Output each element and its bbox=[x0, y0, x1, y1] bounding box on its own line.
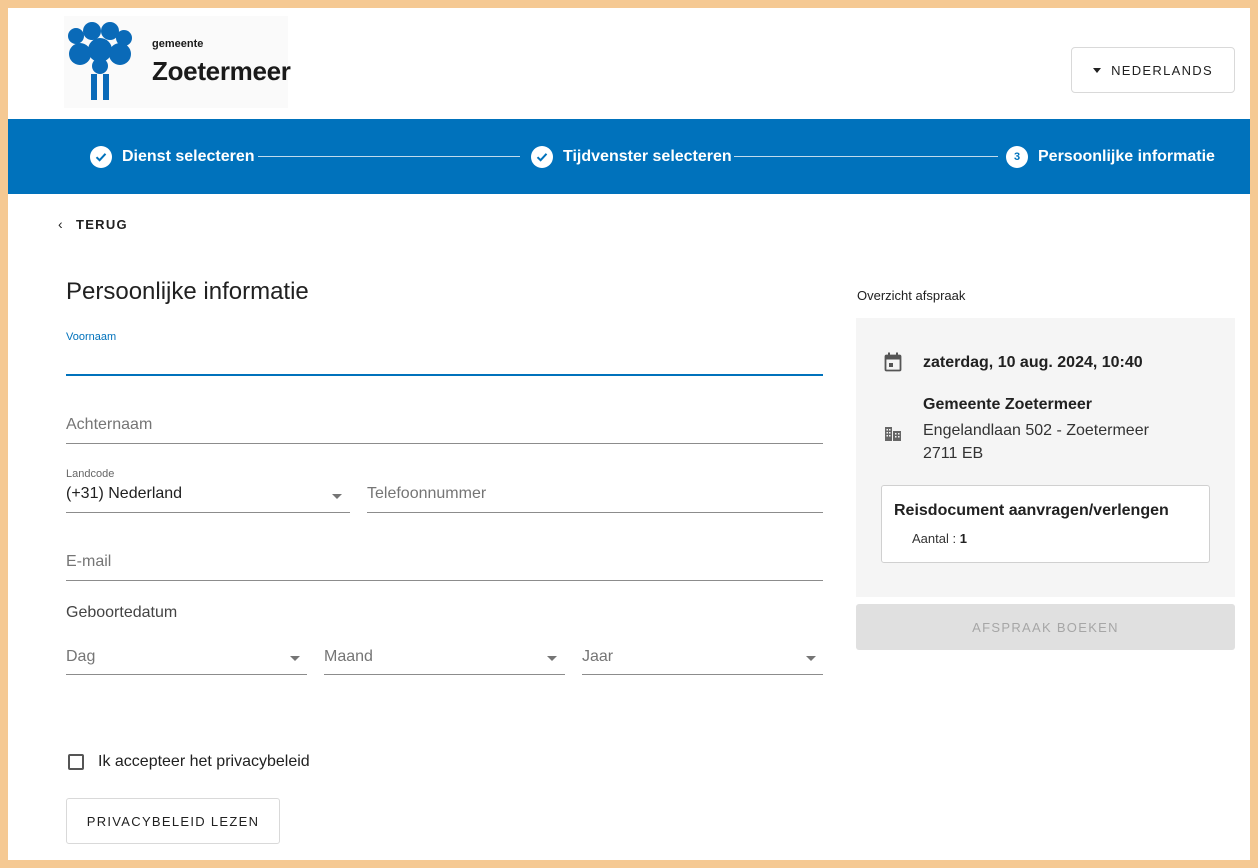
logo-big-text: Zoetermeer bbox=[152, 56, 291, 86]
step-label: Dienst selecteren bbox=[122, 147, 255, 165]
caret-down-icon bbox=[1093, 67, 1102, 73]
zoetermeer-logo-icon bbox=[68, 22, 132, 100]
step-label: Tijdvenster selecteren bbox=[563, 147, 732, 165]
book-appointment-button-label: AFSPRAAK BOEKEN bbox=[972, 619, 1119, 635]
phone-placeholder: Telefoonnummer bbox=[367, 485, 487, 502]
location-zip: 2711 EB bbox=[923, 445, 984, 462]
step-persoonlijke-informatie: 3 Persoonlijke informatie bbox=[1006, 119, 1215, 194]
step-label: Persoonlijke informatie bbox=[1038, 147, 1215, 165]
check-circle-icon bbox=[531, 145, 553, 168]
chevron-left-icon: ‹ bbox=[58, 216, 64, 232]
step-connector bbox=[258, 156, 520, 157]
country-code-select[interactable]: Landcode (+31) Nederland bbox=[66, 466, 350, 513]
check-circle-icon bbox=[90, 145, 112, 168]
book-appointment-button[interactable]: AFSPRAAK BOEKEN bbox=[856, 604, 1235, 650]
summary-heading: Overzicht afspraak bbox=[857, 288, 966, 303]
back-button[interactable]: ‹ TERUG bbox=[58, 212, 128, 236]
month-placeholder: Maand bbox=[324, 648, 373, 665]
location-name: Gemeente Zoetermeer bbox=[923, 396, 1092, 413]
building-icon bbox=[885, 427, 901, 441]
year-placeholder: Jaar bbox=[582, 648, 614, 665]
header: gemeente Zoetermeer NEDERLANDS bbox=[8, 8, 1250, 119]
email-placeholder: E-mail bbox=[66, 553, 112, 570]
first-name-label: Voornaam bbox=[66, 331, 117, 343]
last-name-placeholder: Achternaam bbox=[66, 416, 153, 433]
birth-day-select[interactable]: Dag bbox=[66, 640, 307, 675]
language-button[interactable]: NEDERLANDS bbox=[1071, 47, 1235, 93]
read-privacy-button-label: PRIVACYBELEID LEZEN bbox=[86, 813, 260, 829]
selected-service-box: Reisdocument aanvragen/verlengen Aantal … bbox=[881, 485, 1210, 563]
dropdown-arrow-icon bbox=[806, 656, 816, 661]
step-connector bbox=[734, 156, 998, 157]
privacy-checkbox-label[interactable]: Ik accepteer het privacybeleid bbox=[98, 753, 310, 771]
appointment-datetime: zaterdag, 10 aug. 2024, 10:40 bbox=[923, 354, 1143, 371]
quantity-label: Aantal : bbox=[912, 531, 960, 546]
page-title: Persoonlijke informatie bbox=[66, 278, 309, 305]
logo-small-text: gemeente bbox=[152, 38, 204, 50]
last-name-field[interactable]: Achternaam bbox=[66, 404, 823, 444]
dropdown-arrow-icon bbox=[547, 656, 557, 661]
phone-field[interactable]: Telefoonnummer bbox=[367, 466, 823, 513]
service-name: Reisdocument aanvragen/verlengen bbox=[894, 502, 1169, 519]
day-placeholder: Dag bbox=[66, 648, 96, 665]
country-code-label: Landcode bbox=[66, 468, 115, 480]
step-dienst-selecteren[interactable]: Dienst selecteren bbox=[90, 119, 255, 194]
email-field[interactable]: E-mail bbox=[66, 540, 823, 581]
step-number-badge: 3 bbox=[1006, 145, 1028, 168]
progress-stepper: Dienst selecteren Tijdvenster selecteren… bbox=[8, 119, 1250, 194]
step-tijdvenster-selecteren[interactable]: Tijdvenster selecteren bbox=[531, 119, 732, 194]
back-button-label: TERUG bbox=[75, 216, 128, 232]
service-quantity: Aantal : 1 bbox=[912, 531, 967, 546]
dropdown-arrow-icon bbox=[290, 656, 300, 661]
municipality-logo[interactable]: gemeente Zoetermeer bbox=[64, 16, 291, 108]
country-code-value: (+31) Nederland bbox=[66, 485, 183, 502]
appointment-summary-card: zaterdag, 10 aug. 2024, 10:40 Gemeente Z… bbox=[856, 318, 1235, 597]
quantity-value: 1 bbox=[959, 531, 967, 546]
calendar-icon bbox=[884, 352, 902, 372]
birth-year-select[interactable]: Jaar bbox=[582, 640, 823, 675]
birth-month-select[interactable]: Maand bbox=[324, 640, 565, 675]
page-frame: gemeente Zoetermeer NEDERLANDS Dienst se… bbox=[8, 8, 1250, 860]
privacy-checkbox[interactable] bbox=[68, 754, 84, 770]
dropdown-arrow-icon bbox=[332, 494, 342, 499]
language-button-label: NEDERLANDS bbox=[1111, 62, 1213, 78]
first-name-field[interactable]: Voornaam bbox=[66, 328, 823, 376]
birthdate-label: Geboortedatum bbox=[66, 604, 178, 621]
read-privacy-button[interactable]: PRIVACYBELEID LEZEN bbox=[66, 798, 280, 844]
location-address: Engelandlaan 502 - Zoetermeer bbox=[923, 422, 1149, 439]
